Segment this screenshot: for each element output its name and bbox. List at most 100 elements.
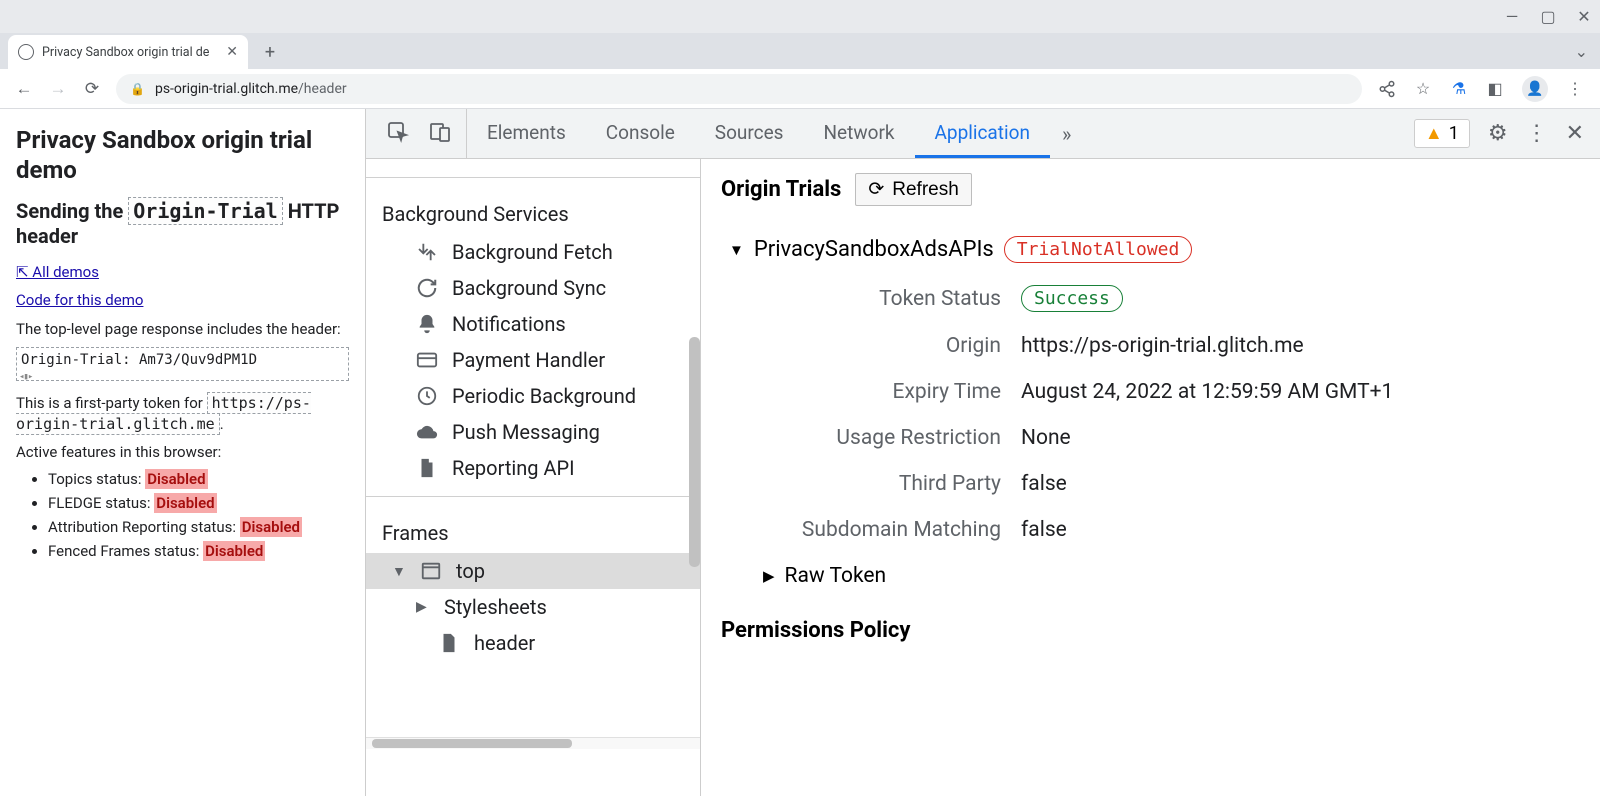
sidebar-section: Background Services <box>366 188 700 234</box>
frame-stylesheets[interactable]: ▶Stylesheets <box>366 589 700 625</box>
window-icon <box>420 560 442 582</box>
device-toolbar-icon[interactable] <box>428 120 452 148</box>
cloud-icon <box>416 421 438 443</box>
detail-value: https://ps-origin-trial.glitch.me <box>1021 334 1304 358</box>
tab-sources[interactable]: Sources <box>695 109 804 158</box>
chevron-down-icon: ▼ <box>729 241 744 259</box>
code-inline: Origin-Trial <box>128 197 283 225</box>
url-host: ps-origin-trial.glitch.me <box>155 81 298 97</box>
side-panel-icon[interactable]: ◧ <box>1486 80 1504 98</box>
tab-application[interactable]: Application <box>915 109 1050 158</box>
reload-button[interactable]: ⟳ <box>82 79 102 99</box>
inspect-element-icon[interactable] <box>386 120 410 148</box>
token-status-badge: Success <box>1021 285 1123 312</box>
status-badge: Disabled <box>240 517 302 537</box>
sidebar-item-notifications[interactable]: Notifications <box>366 306 700 342</box>
chevron-right-icon: ▶ <box>416 599 430 615</box>
list-item: Fenced Frames status: Disabled <box>48 542 349 560</box>
page-h2: Sending the Origin-Trial HTTP header <box>16 199 349 249</box>
trial-status-badge: TrialNotAllowed <box>1004 236 1193 263</box>
refresh-icon: ⟳ <box>868 178 884 201</box>
application-main: Origin Trials ⟳Refresh ▼ PrivacySandboxA… <box>701 159 1600 796</box>
detail-value: false <box>1021 518 1067 542</box>
raw-token-toggle[interactable]: ▶Raw Token <box>763 564 1580 588</box>
sidebar-item-bg-fetch[interactable]: Background Fetch <box>366 234 700 270</box>
scrollbar-thumb[interactable] <box>689 337 700 567</box>
page-content: Privacy Sandbox origin trial demo Sendin… <box>0 109 365 796</box>
lock-icon: 🔒 <box>130 82 145 96</box>
bookmark-icon[interactable]: ☆ <box>1414 80 1432 98</box>
tab-console[interactable]: Console <box>586 109 695 158</box>
detail-label: Token Status <box>761 287 1021 311</box>
browser-tab[interactable]: Privacy Sandbox origin trial de ✕ <box>8 35 248 69</box>
detail-label: Origin <box>761 334 1021 358</box>
trial-details: Token StatusSuccess Originhttps://ps-ori… <box>761 285 1580 542</box>
url-path: /header <box>298 81 347 97</box>
tab-network[interactable]: Network <box>803 109 914 158</box>
status-badge: Disabled <box>145 469 207 489</box>
close-devtools-icon[interactable]: ✕ <box>1566 121 1584 146</box>
back-button[interactable]: ← <box>14 79 34 99</box>
detail-value: August 24, 2022 at 12:59:59 AM GMT+1 <box>1021 380 1393 404</box>
warning-icon: ▲ <box>1425 123 1443 144</box>
horizontal-scrollbar[interactable] <box>366 737 700 749</box>
all-demos-link[interactable]: ⇱ All demos <box>16 263 99 281</box>
share-icon[interactable] <box>1378 80 1396 98</box>
sidebar-item-periodic[interactable]: Periodic Background <box>366 378 700 414</box>
trial-name: PrivacySandboxAdsAPIs <box>754 237 994 262</box>
close-window-button[interactable]: ✕ <box>1576 9 1592 25</box>
sync-icon <box>416 277 438 299</box>
sidebar-item-bg-sync[interactable]: Background Sync <box>366 270 700 306</box>
devtools-tab-bar: Elements Console Sources Network Applica… <box>366 109 1600 159</box>
devtools-menu-icon[interactable]: ⋮ <box>1526 121 1548 146</box>
detail-label: Usage Restriction <box>761 426 1021 450</box>
code-block[interactable]: Origin-Trial: Am73/Quv9dPM1D <box>16 347 349 381</box>
chevron-right-icon: ▶ <box>763 567 775 585</box>
page-paragraph: Active features in this browser: <box>16 442 349 462</box>
chrome-menu-icon[interactable]: ⋮ <box>1566 80 1584 98</box>
code-link[interactable]: Code for this demo <box>16 291 143 309</box>
sidebar-item-payment[interactable]: Payment Handler <box>366 342 700 378</box>
forward-button[interactable]: → <box>48 79 68 99</box>
status-badge: Disabled <box>154 493 216 513</box>
bell-icon <box>416 313 438 335</box>
toolbar: ← → ⟳ 🔒 ps-origin-trial.glitch.me/header… <box>0 69 1600 109</box>
page-paragraph: The top-level page response includes the… <box>16 319 349 339</box>
sidebar-item-reporting[interactable]: Reporting API <box>366 450 700 486</box>
clock-icon <box>416 385 438 407</box>
application-sidebar[interactable]: Background Services Background Fetch Bac… <box>366 159 701 796</box>
globe-icon <box>18 44 34 60</box>
window-controls: — ▢ ✕ <box>0 0 1600 33</box>
address-bar[interactable]: 🔒 ps-origin-trial.glitch.me/header <box>116 74 1362 104</box>
issues-badge[interactable]: ▲ 1 <box>1414 119 1470 148</box>
maximize-button[interactable]: ▢ <box>1540 9 1556 25</box>
status-badge: Disabled <box>203 541 265 561</box>
tab-elements[interactable]: Elements <box>467 109 586 158</box>
tab-search-button[interactable]: ⌄ <box>1575 42 1588 61</box>
card-icon <box>416 349 438 371</box>
tab-title: Privacy Sandbox origin trial de <box>42 45 218 60</box>
frame-header[interactable]: header <box>366 625 700 661</box>
document-icon <box>416 457 438 479</box>
new-tab-button[interactable]: + <box>256 38 284 66</box>
permissions-policy-title: Permissions Policy <box>721 618 1580 643</box>
minimize-button[interactable]: — <box>1504 9 1520 25</box>
trial-entry[interactable]: ▼ PrivacySandboxAdsAPIs TrialNotAllowed <box>729 236 1580 263</box>
close-tab-icon[interactable]: ✕ <box>226 44 238 60</box>
frame-top[interactable]: ▼top <box>366 553 700 589</box>
list-item: FLEDGE status: Disabled <box>48 494 349 512</box>
page-h1: Privacy Sandbox origin trial demo <box>16 125 349 185</box>
refresh-button[interactable]: ⟳Refresh <box>855 173 971 206</box>
labs-icon[interactable]: ⚗ <box>1450 80 1468 98</box>
detail-label: Subdomain Matching <box>761 518 1021 542</box>
detail-value: None <box>1021 426 1071 450</box>
sidebar-section: Frames <box>366 507 700 553</box>
sidebar-item-push[interactable]: Push Messaging <box>366 414 700 450</box>
profile-avatar[interactable]: 👤 <box>1522 76 1548 102</box>
chevron-down-icon: ▼ <box>392 563 406 580</box>
tab-strip: Privacy Sandbox origin trial de ✕ + ⌄ <box>0 33 1600 69</box>
settings-icon[interactable]: ⚙ <box>1488 121 1508 146</box>
origin-trials-title: Origin Trials <box>721 177 841 202</box>
more-tabs-icon[interactable]: » <box>1050 109 1083 158</box>
detail-label: Expiry Time <box>761 380 1021 404</box>
